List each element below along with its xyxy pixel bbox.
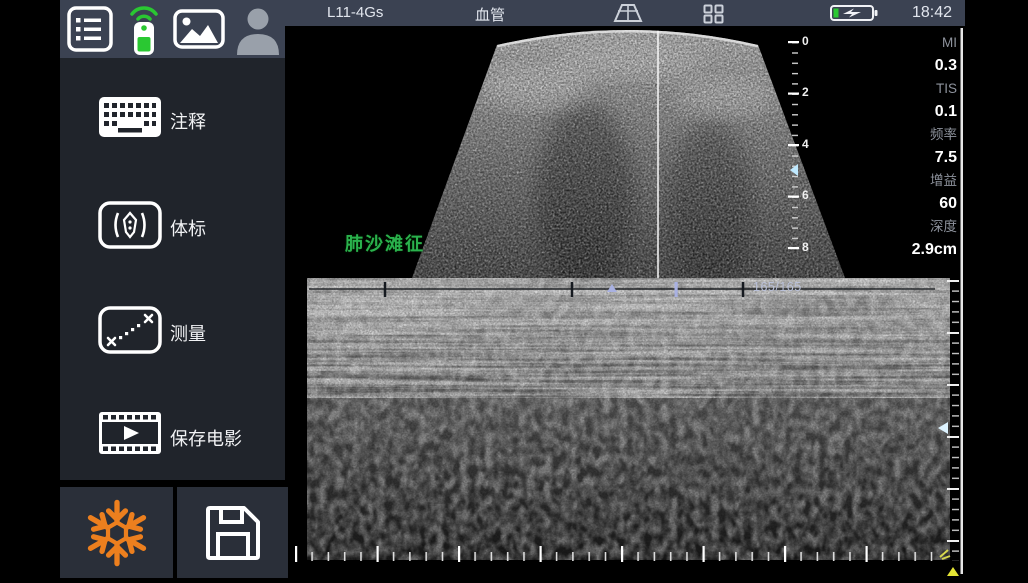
quick-icon-row — [60, 0, 285, 58]
time-ruler — [295, 546, 959, 576]
trapezoid-scan-icon[interactable] — [608, 2, 648, 24]
param-label-mi: MI — [912, 31, 957, 54]
function-sidebar: 注释 体标 — [60, 58, 285, 480]
sidebar-item-label: 测量 — [170, 320, 206, 346]
param-value-depth: 2.9cm — [912, 238, 957, 261]
preset-label[interactable]: 血管 — [475, 4, 505, 25]
ultrasound-canvas[interactable] — [285, 26, 965, 578]
frame-cursor[interactable] — [675, 282, 678, 297]
image-gallery-icon[interactable] — [172, 5, 226, 53]
param-label-gain: 增益 — [912, 169, 957, 192]
sidebar-item-measure[interactable]: 测量 — [60, 300, 285, 364]
sidebar-item-label: 注释 — [170, 108, 206, 134]
bodymark-icon — [98, 201, 162, 249]
sweep-position-icon[interactable] — [947, 567, 959, 576]
probe-model-label[interactable]: L11-4Gs — [327, 4, 383, 21]
keyboard-icon — [98, 94, 162, 140]
depth-label-2: 2 — [802, 85, 818, 99]
exam-list-icon[interactable] — [66, 5, 114, 53]
sidebar-item-label: 体标 — [170, 215, 206, 241]
floppy-save-icon — [202, 502, 264, 564]
param-label-depth: 深度 — [912, 215, 957, 238]
depth-label-4: 4 — [802, 137, 818, 151]
probe-status-icon[interactable] — [118, 1, 170, 57]
param-label-freq: 频率 — [912, 123, 957, 146]
patient-icon[interactable] — [232, 3, 284, 57]
param-value-tis: 0.1 — [912, 100, 957, 123]
bmode-image[interactable] — [403, 26, 855, 291]
depth-label-6: 6 — [802, 188, 818, 202]
param-value-freq: 7.5 — [912, 146, 957, 169]
sidebar-item-save-cine[interactable]: 保存电影 — [60, 405, 285, 469]
clock-time: 18:42 — [912, 4, 952, 22]
param-label-tis: TIS — [912, 77, 957, 100]
grid-layout-icon[interactable] — [703, 4, 725, 24]
sidebar-item-annotation[interactable]: 注释 — [60, 88, 285, 152]
imaging-parameters: MI 0.3 TIS 0.1 频率 7.5 增益 60 深度 2.9cm — [912, 31, 957, 261]
ultrasound-app: 肺沙滩征 165/165 0 2 4 6 8 MI 0.3 TIS 0.1 频率… — [0, 0, 1028, 578]
sidebar-item-label: 保存电影 — [170, 425, 242, 451]
depth-label-8: 8 — [802, 240, 818, 254]
save-image-button[interactable] — [177, 487, 288, 578]
sidebar-item-bodymark[interactable]: 体标 — [60, 195, 285, 259]
frame-counter: 165/165 — [753, 280, 802, 294]
annotation-text[interactable]: 肺沙滩征 — [345, 230, 425, 256]
mmode-image[interactable] — [307, 278, 950, 560]
depth-label-0: 0 — [802, 34, 818, 48]
freeze-button[interactable] — [60, 487, 173, 578]
depth-ruler — [788, 41, 799, 251]
battery-charging-icon — [830, 4, 882, 22]
imaging-area[interactable] — [285, 26, 965, 578]
measure-icon — [98, 306, 162, 354]
snowflake-icon — [83, 495, 151, 571]
param-value-gain: 60 — [912, 192, 957, 215]
cine-film-icon — [98, 411, 162, 455]
param-value-mi: 0.3 — [912, 54, 957, 77]
scrollbar[interactable] — [961, 28, 964, 574]
